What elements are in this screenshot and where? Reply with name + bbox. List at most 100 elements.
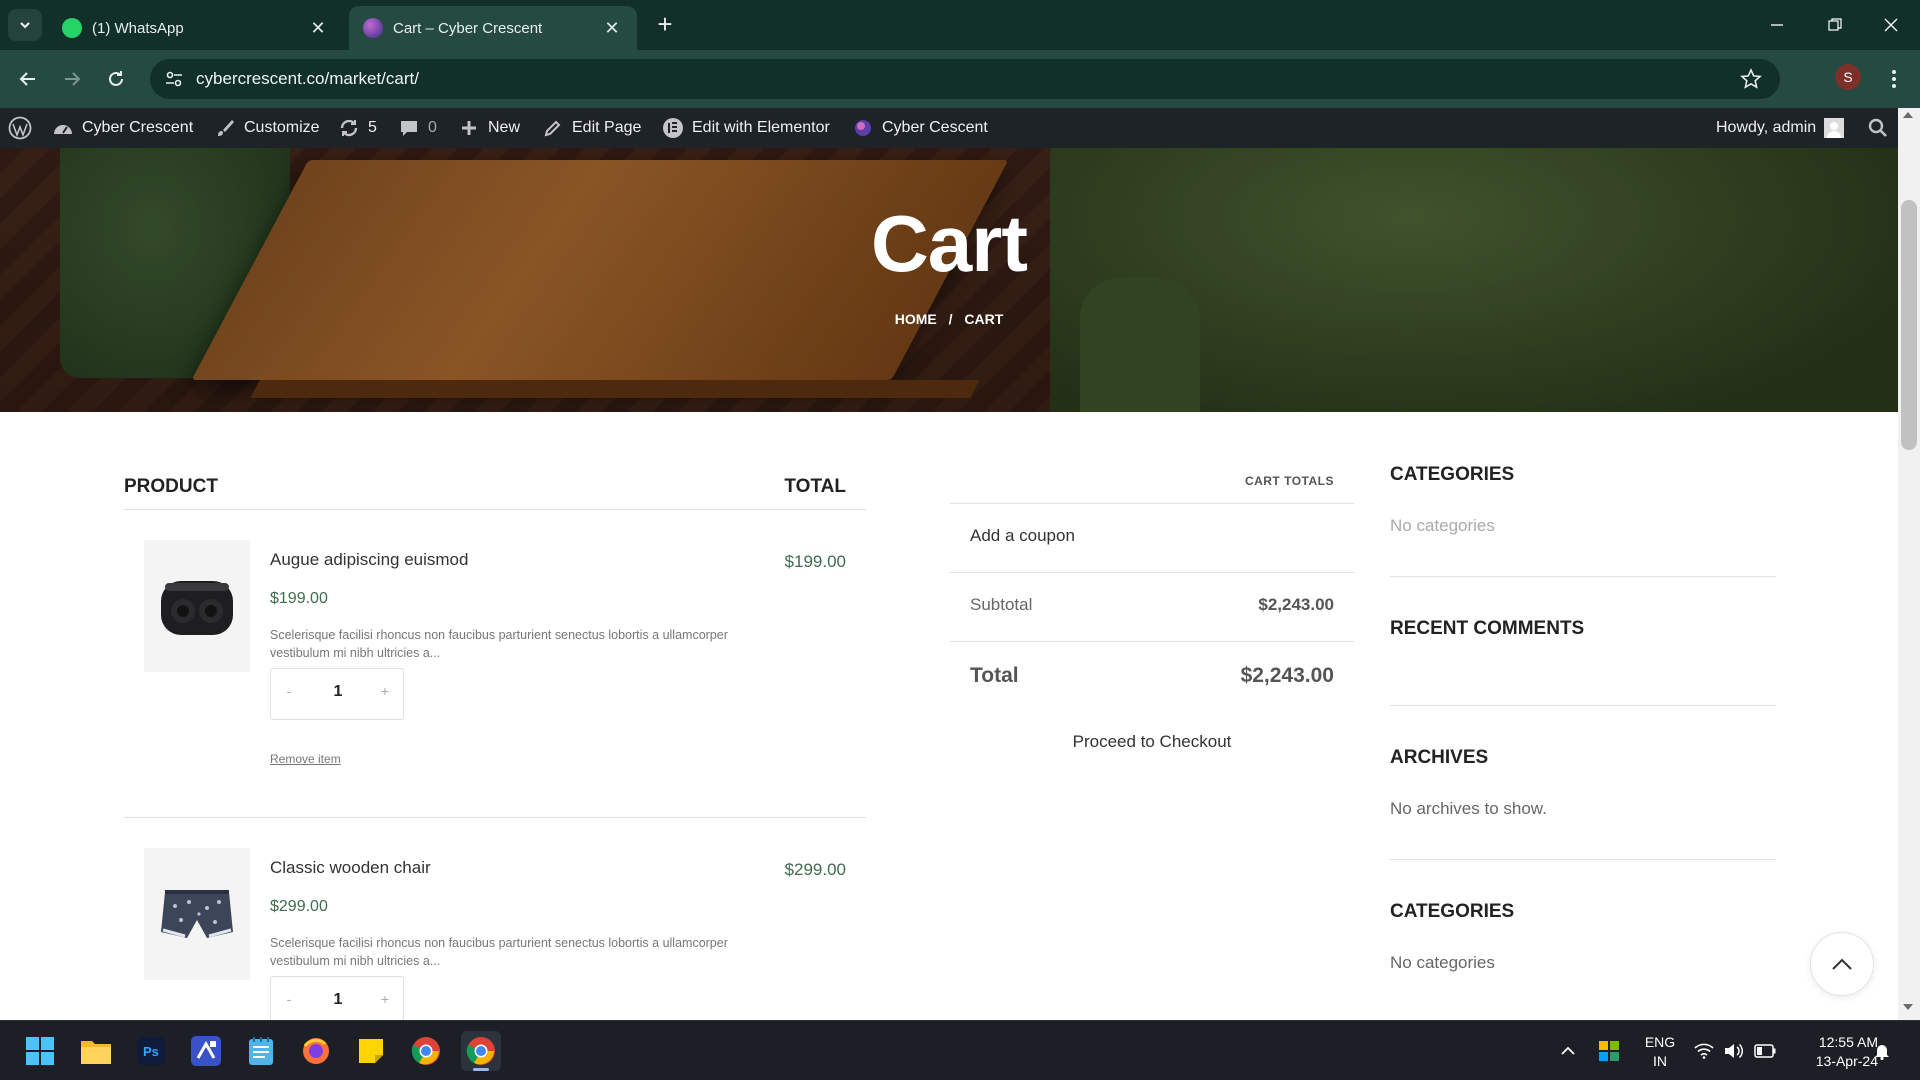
product-price: $199.00 — [270, 590, 328, 607]
quantity-stepper: - 1 + — [270, 668, 404, 720]
firefox-app[interactable] — [296, 1031, 336, 1071]
dashboard-icon — [52, 117, 74, 139]
minimize-button[interactable] — [1748, 0, 1806, 50]
remove-item-link[interactable]: Remove item — [270, 752, 341, 766]
breadcrumb: HOME / CART — [0, 311, 1898, 327]
product-name-link[interactable]: Augue adipiscing euismod — [270, 550, 468, 570]
user-avatar-icon — [1824, 118, 1845, 138]
language-indicator[interactable]: ENG IN — [1640, 1033, 1680, 1071]
scroll-down-arrow-icon[interactable] — [1903, 1004, 1913, 1010]
wp-admin-bar: Cyber Crescent Customize 5 0 New Edit Pa… — [0, 108, 1898, 148]
restore-button[interactable] — [1806, 0, 1864, 50]
comments-link[interactable]: 0 — [398, 108, 437, 148]
product-thumbnail-earbuds[interactable] — [144, 540, 250, 672]
widget-divider — [1390, 705, 1776, 706]
product-thumbnail-shorts[interactable] — [144, 848, 250, 980]
notepad-app[interactable] — [241, 1031, 281, 1071]
bookmark-star-icon[interactable] — [1740, 68, 1762, 90]
reload-button[interactable] — [100, 63, 132, 95]
proceed-to-checkout-button[interactable]: Proceed to Checkout — [950, 732, 1354, 752]
site-link[interactable]: Cyber Cescent — [852, 108, 988, 148]
line-total: $299.00 — [784, 860, 846, 879]
close-tab-icon[interactable]: ✕ — [307, 17, 329, 39]
colorful-tray-icon — [1599, 1041, 1619, 1061]
breadcrumb-home-link[interactable]: HOME — [895, 311, 937, 327]
quantity-increase-button[interactable]: + — [375, 991, 395, 1007]
tab-search-button[interactable] — [8, 9, 42, 41]
new-tab-button[interactable]: + — [650, 10, 680, 40]
tab-cart[interactable]: Cart – Cyber Crescent ✕ — [349, 6, 637, 50]
quantity-input[interactable]: 1 — [321, 683, 355, 701]
customize-link[interactable]: Customize — [214, 108, 320, 148]
quantity-decrease-button[interactable]: - — [279, 991, 299, 1007]
site-name-menu[interactable]: Cyber Crescent — [52, 108, 193, 148]
address-bar[interactable]: cybercrescent.co/market/cart/ — [150, 59, 1780, 99]
forward-button[interactable] — [56, 63, 88, 95]
widget-text: No categories — [1390, 516, 1495, 535]
quick-settings-button[interactable] — [1694, 1021, 1776, 1080]
product-name-link[interactable]: Classic wooden chair — [270, 858, 431, 878]
quantity-input[interactable]: 1 — [321, 991, 355, 1009]
chevron-up-icon — [1832, 958, 1852, 970]
edit-elementor-label: Edit with Elementor — [692, 119, 830, 136]
add-coupon-link[interactable]: Add a coupon — [970, 526, 1075, 546]
plus-icon — [458, 117, 480, 139]
quantity-increase-button[interactable]: + — [375, 683, 395, 699]
profile-avatar[interactable]: S — [1835, 64, 1861, 90]
back-arrow-icon — [19, 72, 35, 86]
close-window-button[interactable] — [1862, 0, 1920, 50]
photoshop-app[interactable]: Ps — [131, 1031, 171, 1071]
site-settings-icon[interactable] — [164, 69, 184, 89]
back-button[interactable] — [12, 63, 44, 95]
admin-search-button[interactable] — [1868, 108, 1888, 148]
updates-link[interactable]: 5 — [338, 108, 377, 148]
file-explorer-icon — [81, 1041, 111, 1064]
system-clock[interactable]: 12:55 AM 13-Apr-24 — [1788, 1033, 1878, 1071]
chrome-app[interactable] — [406, 1031, 446, 1071]
breadcrumb-separator: / — [948, 311, 953, 327]
divider — [950, 641, 1354, 642]
back-to-top-button[interactable] — [1810, 932, 1874, 996]
total-value: $2,243.00 — [1240, 664, 1334, 687]
earbuds-image — [161, 581, 233, 635]
reload-icon — [109, 71, 123, 86]
sticky-notes-icon — [359, 1039, 383, 1063]
close-tab-icon[interactable]: ✕ — [601, 17, 623, 39]
tab-whatsapp[interactable]: (1) WhatsApp ✕ — [48, 6, 343, 50]
sticky-notes-app[interactable] — [351, 1031, 391, 1071]
wordpress-menu[interactable] — [8, 108, 32, 148]
widget-title: CATEGORIES — [1390, 901, 1515, 922]
breadcrumb-current: CART — [964, 311, 1004, 327]
show-hidden-icons-button[interactable] — [1560, 1021, 1576, 1080]
quantity-decrease-button[interactable]: - — [279, 683, 299, 699]
subtotal-value: $2,243.00 — [1258, 595, 1334, 614]
tray-app-icon[interactable] — [1598, 1021, 1620, 1080]
scroll-up-arrow-icon[interactable] — [1903, 112, 1913, 118]
edit-page-link[interactable]: Edit Page — [542, 108, 641, 148]
scrollbar-thumb[interactable] — [1901, 200, 1917, 450]
start-button[interactable] — [20, 1031, 60, 1071]
site-link-label: Cyber Cescent — [882, 119, 988, 136]
clock-date: 13-Apr-24 — [1815, 1053, 1878, 1069]
edit-elementor-link[interactable]: Edit with Elementor — [662, 108, 830, 148]
total-label: Total — [970, 664, 1019, 687]
elementor-icon — [662, 117, 684, 139]
browser-menu-button[interactable] — [1880, 64, 1908, 94]
new-content-menu[interactable]: New — [458, 108, 520, 148]
browser-toolbar: cybercrescent.co/market/cart/ S — [0, 50, 1920, 108]
battery-icon — [1754, 1044, 1776, 1058]
photoshop-icon: Ps — [137, 1037, 165, 1065]
tab-title: Cart – Cyber Crescent — [393, 19, 543, 37]
product-description: Scelerisque facilisi rhoncus non faucibu… — [270, 936, 728, 968]
widget-text: No categories — [1390, 953, 1495, 972]
divider — [950, 503, 1354, 504]
line-total: $199.00 — [784, 552, 846, 571]
chrome-app-active[interactable] — [461, 1031, 501, 1071]
customize-label: Customize — [244, 119, 320, 136]
widget-divider — [1390, 859, 1776, 860]
windows-taskbar: Ps ENG IN 12:55 AM 13-Apr-24 — [0, 1020, 1920, 1080]
notifications-button[interactable] — [1874, 1021, 1890, 1080]
my-account-menu[interactable]: Howdy, admin — [1716, 108, 1845, 148]
file-explorer-app[interactable] — [76, 1031, 116, 1071]
pinned-app[interactable] — [186, 1031, 226, 1071]
